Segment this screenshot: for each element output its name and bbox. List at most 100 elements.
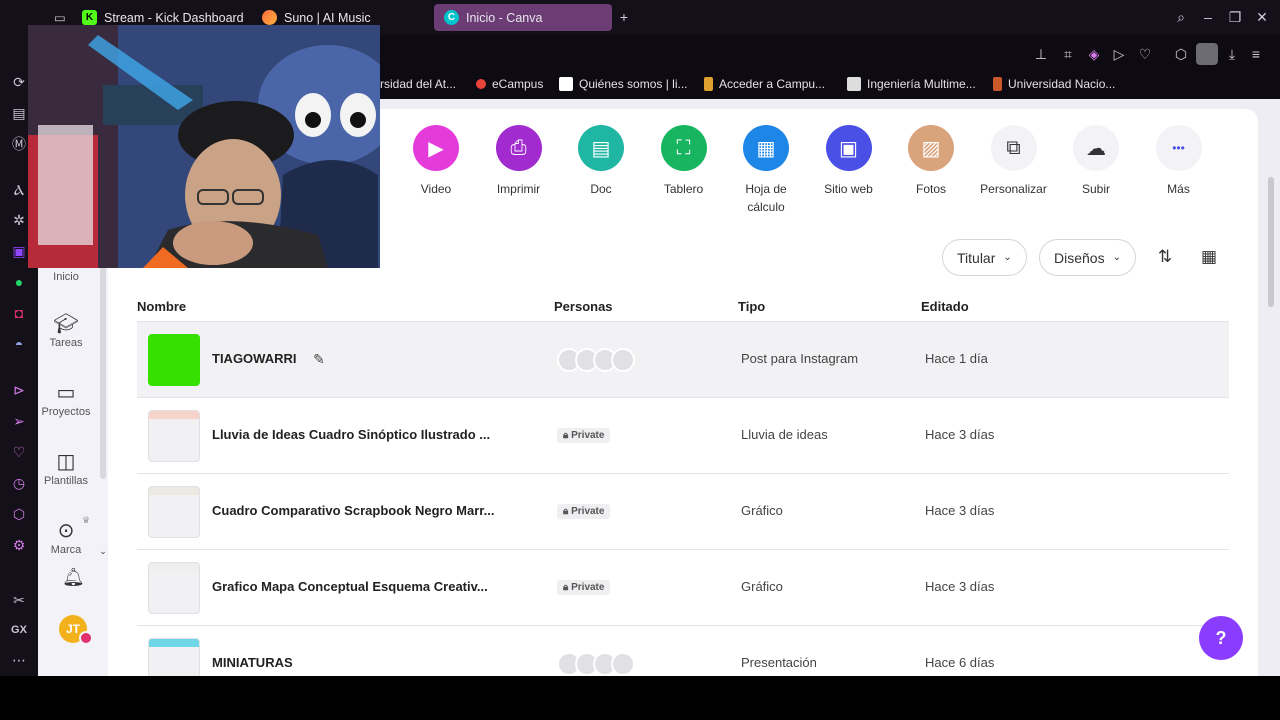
downloads-icon[interactable]: ⤓ [1222, 44, 1242, 64]
design-thumbnail[interactable] [148, 562, 200, 614]
sort-icon[interactable]: ⇅ [1155, 247, 1175, 267]
design-name[interactable]: Lluvia de Ideas Cuadro Sinóptico Ilustra… [212, 427, 490, 442]
sidebar-item-proyectos[interactable]: ▭ Proyectos [38, 380, 94, 418]
quick-action-website[interactable]: ▣ Sitio web [804, 125, 894, 198]
website-icon: ▣ [825, 125, 872, 171]
table-row[interactable]: Grafico Mapa Conceptual Esquema Creativ.… [137, 550, 1229, 626]
design-type: Presentación [741, 655, 817, 670]
avatar [611, 652, 635, 676]
twitch-icon[interactable]: ▣ [9, 241, 29, 261]
minimize-icon[interactable]: – [1198, 7, 1218, 27]
send-icon[interactable]: ➢ [9, 411, 29, 431]
quick-action-label: Sitio web [824, 182, 873, 196]
private-badge: 🔒︎ Private [557, 580, 611, 595]
type-filter-dropdown[interactable]: Diseños ⌄ [1039, 239, 1136, 276]
whatsapp-icon[interactable]: ● [9, 272, 29, 292]
quick-action-photos[interactable]: ▨ Fotos [886, 125, 976, 198]
more-rail-icon[interactable]: ⋯ [9, 650, 29, 670]
instagram-icon[interactable]: ◘ [9, 303, 29, 323]
notifications-bell-icon[interactable]: 🔔︎ [62, 567, 85, 587]
doc-icon: ▤ [578, 125, 624, 171]
settings-icon[interactable]: ⚙ [9, 535, 29, 555]
player-icon[interactable]: ⊳ [9, 380, 29, 400]
quick-action-doc[interactable]: ▤ Doc [556, 125, 646, 198]
discord-icon[interactable]: ◓ [9, 334, 29, 354]
restore-icon[interactable]: ❐ [1225, 7, 1245, 27]
shared-people-avatars[interactable] [557, 348, 635, 372]
bookmark-item[interactable]: Universidad Nacio... [993, 77, 1115, 91]
bookmarks-heart-icon[interactable]: ♡ [9, 442, 29, 462]
gx-label[interactable]: GX [9, 620, 29, 640]
extensions-rail-icon[interactable]: ⬡ [9, 504, 29, 524]
easy-setup-icon[interactable]: ≡ [1246, 44, 1266, 64]
play-icon[interactable]: ▷ [1109, 44, 1129, 64]
quick-action-upload[interactable]: ☁ Subir [1051, 125, 1141, 198]
photos-icon: ▨ [908, 125, 954, 171]
heart-icon[interactable]: ♡ [1135, 44, 1155, 64]
messenger-icon[interactable]: Ⓜ [9, 134, 29, 154]
tab-canva[interactable]: C Inicio - Canva [434, 4, 612, 31]
pin-icon[interactable]: ⊥ [1031, 44, 1051, 64]
gx-player-icon[interactable]: ▤ [9, 103, 29, 123]
main-scrollbar[interactable] [1268, 177, 1274, 307]
university-icon [993, 77, 1002, 91]
page-icon [847, 77, 861, 91]
kick-favicon-icon: K [82, 10, 97, 25]
quick-action-whiteboard[interactable]: ⛶ Tablero [639, 125, 729, 198]
tab-label: Inicio - Canva [466, 10, 543, 25]
design-name[interactable]: MINIATURAS [212, 655, 293, 670]
sidebar-item-inicio[interactable]: Inicio [38, 271, 94, 283]
profile-avatar[interactable] [1196, 43, 1218, 65]
design-type: Lluvia de ideas [741, 427, 828, 442]
chevron-down-icon: ⌄ [1112, 252, 1121, 263]
sidebar-item-tareas[interactable]: 🎓︎ Tareas [38, 311, 94, 349]
bookmark-label: Acceder a Campu... [719, 77, 826, 91]
snapshot-icon[interactable]: ⌗ [1058, 44, 1078, 64]
quick-action-sheet[interactable]: ▦ Hoja de cálculo [721, 125, 811, 216]
mods-icon[interactable]: ✂ [9, 590, 29, 610]
grid-view-icon[interactable]: ▦ [1199, 247, 1219, 267]
quick-action-label: Video [420, 182, 452, 196]
vpn-shield-icon[interactable]: ◈ [1084, 44, 1104, 64]
bookmark-item[interactable]: Ingeniería Multime... [847, 77, 976, 91]
design-thumbnail[interactable] [148, 638, 200, 676]
owner-filter-dropdown[interactable]: Titular ⌄ [942, 239, 1027, 276]
new-tab-icon[interactable]: + [614, 7, 634, 27]
sidebar-item-plantillas[interactable]: ◫ Plantillas [38, 449, 94, 487]
aria-icon[interactable]: Ⲁ [9, 180, 29, 200]
campus-icon [704, 77, 713, 91]
crown-icon: ♛ [81, 515, 91, 525]
shared-people-avatars[interactable] [557, 652, 635, 676]
webcam-overlay [28, 25, 380, 268]
bookmark-item[interactable]: Quiénes somos | li... [559, 77, 688, 91]
quick-action-print[interactable]: ⎙ Imprimir [474, 125, 564, 198]
bookmark-item[interactable]: eCampus [476, 77, 543, 91]
extensions-icon[interactable]: ⬡ [1171, 44, 1191, 64]
quick-action-more[interactable]: ••• Más [1134, 125, 1224, 198]
table-row[interactable]: Lluvia de Ideas Cuadro Sinóptico Ilustra… [137, 398, 1229, 474]
bookmark-item[interactable]: Acceder a Campu... [704, 77, 825, 91]
quick-action-video[interactable]: ▶ Video [391, 125, 481, 198]
edited-time: Hace 3 días [925, 579, 995, 594]
design-thumbnail[interactable] [148, 410, 200, 462]
quick-action-label: Hoja de cálculo [745, 182, 787, 214]
design-type: Gráfico [741, 579, 783, 594]
column-header-type: Tipo [738, 299, 766, 314]
design-name[interactable]: TIAGOWARRI [212, 351, 297, 366]
quick-action-custom-size[interactable]: ⧉ Personalizar [969, 125, 1059, 198]
edit-pencil-icon[interactable]: ✎ [309, 349, 329, 369]
table-row[interactable]: Cuadro Comparativo Scrapbook Negro Marr.… [137, 474, 1229, 550]
table-row[interactable]: TIAGOWARRI ✎ Post para Instagram Hace 1 día [137, 322, 1229, 398]
chatgpt-icon[interactable]: ✲ [9, 210, 29, 230]
design-thumbnail[interactable] [148, 334, 200, 386]
help-button[interactable]: ? [1199, 616, 1243, 660]
table-row[interactable]: MINIATURAS Presentación Hace 6 días [137, 626, 1229, 676]
close-icon[interactable]: ✕ [1252, 7, 1272, 27]
design-thumbnail[interactable] [148, 486, 200, 538]
history-icon[interactable]: ◷ [9, 473, 29, 493]
search-tabs-icon[interactable]: ⌕ [1171, 7, 1191, 27]
design-name[interactable]: Grafico Mapa Conceptual Esquema Creativ.… [212, 579, 488, 594]
gx-control-icon[interactable]: ⟳ [9, 72, 29, 92]
bookmark-item[interactable]: rsidad del At... [380, 77, 456, 91]
design-name[interactable]: Cuadro Comparativo Scrapbook Negro Marr.… [212, 503, 494, 518]
